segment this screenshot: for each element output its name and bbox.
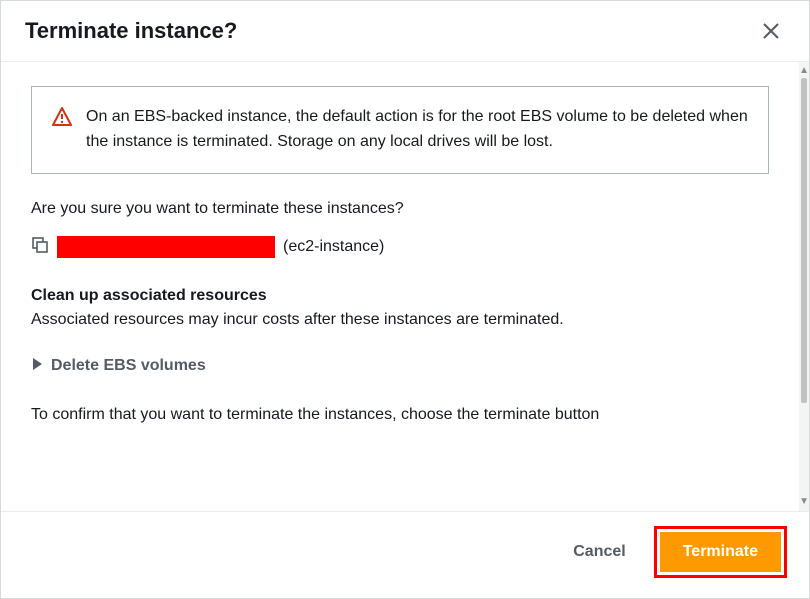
terminate-highlight: Terminate (654, 526, 787, 578)
vertical-scrollbar[interactable]: ▲ ▼ (799, 62, 809, 511)
scrollbar-thumb[interactable] (801, 78, 807, 403)
warning-icon (52, 107, 72, 155)
caret-right-icon (31, 357, 43, 376)
terminate-button[interactable]: Terminate (660, 532, 781, 572)
instance-id-redacted (57, 236, 275, 258)
dialog-body-wrap: On an EBS-backed instance, the default a… (1, 62, 809, 511)
warning-alert: On an EBS-backed instance, the default a… (31, 86, 769, 174)
scrollbar-down-icon: ▼ (799, 495, 809, 509)
dialog-title: Terminate instance? (25, 18, 237, 44)
confirm-instruction: To confirm that you want to terminate th… (31, 406, 769, 424)
confirm-question: Are you sure you want to terminate these… (31, 200, 769, 218)
terminate-instance-dialog: Terminate instance? On an EBS-backed ins… (0, 0, 810, 599)
dialog-header: Terminate instance? (1, 1, 809, 62)
expander-label: Delete EBS volumes (51, 357, 206, 375)
cleanup-heading: Clean up associated resources (31, 287, 769, 305)
cleanup-desc: Associated resources may incur costs aft… (31, 311, 769, 329)
delete-ebs-expander[interactable]: Delete EBS volumes (31, 357, 769, 376)
close-button[interactable] (757, 17, 785, 45)
warning-text: On an EBS-backed instance, the default a… (86, 105, 748, 155)
scrollbar-up-icon: ▲ (799, 64, 809, 78)
copy-icon[interactable] (31, 236, 49, 259)
cancel-button[interactable]: Cancel (563, 535, 635, 569)
scrollbar-track (799, 78, 809, 495)
dialog-body: On an EBS-backed instance, the default a… (1, 62, 799, 511)
dialog-footer: Cancel Terminate (1, 511, 809, 598)
close-icon (761, 21, 781, 41)
instance-name: (ec2-instance) (283, 238, 384, 256)
instance-row: (ec2-instance) (31, 236, 769, 259)
